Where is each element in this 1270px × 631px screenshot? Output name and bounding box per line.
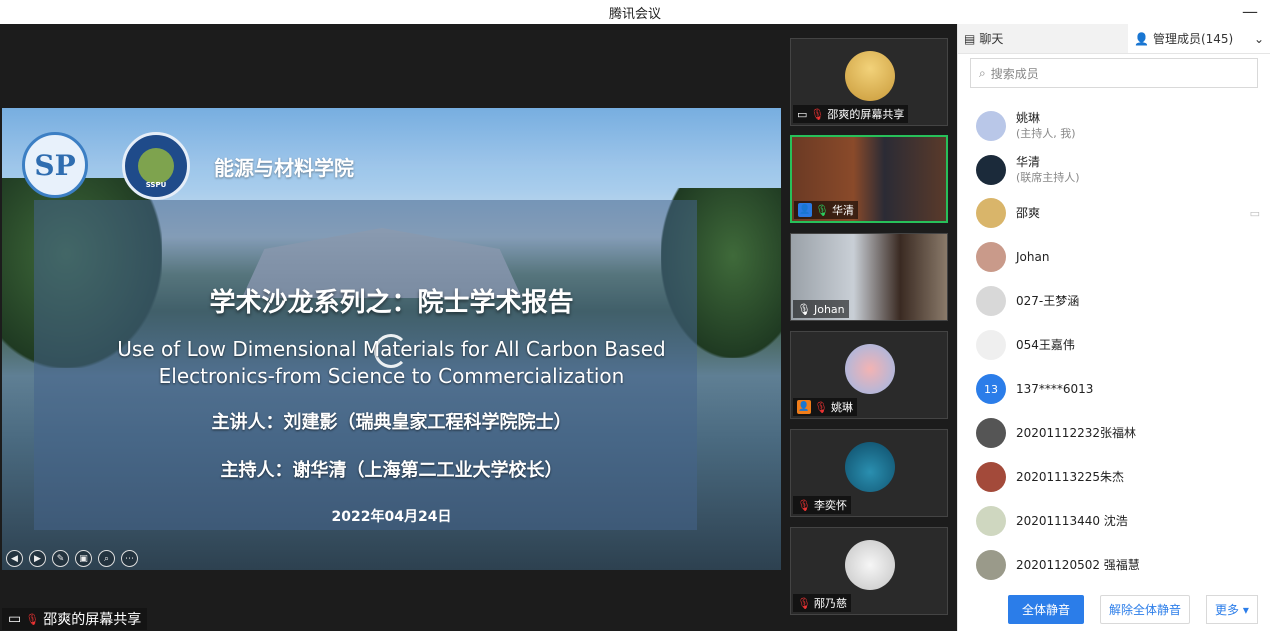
avatar [976, 111, 1006, 141]
mic-muted-icon: 🎙 [25, 612, 40, 626]
list-item[interactable]: 20201120502 强福慧 [976, 550, 1266, 580]
ssp-logo: SP [22, 132, 88, 198]
screen-share-icon: ▭ [8, 611, 22, 627]
tab-chat[interactable]: ▤ 聊天 [958, 24, 1128, 53]
avatar: 13 [976, 374, 1006, 404]
participant-name: 姚琳 [830, 401, 853, 414]
participant-tile[interactable]: 👤 🎙 姚琳 [790, 331, 948, 419]
participant-name: 邵爽的屏幕共享 [827, 108, 905, 121]
search-icon: ⌕ [979, 65, 986, 80]
mic-muted-icon: 🎙 [810, 107, 825, 121]
participant-name: 李奕怀 [813, 499, 847, 512]
members-icon: 👤 [1134, 31, 1149, 46]
list-item[interactable]: 13 137****6013 [976, 374, 1266, 404]
slide-title: 学术沙龙系列之：院士学术报告 [209, 288, 574, 318]
sidebar-tabs: ▤ 聊天 👤 管理成员(145) ⌄ [958, 24, 1270, 54]
unmute-all-button[interactable]: 解除全体静音 [1100, 594, 1191, 624]
avatar [845, 344, 895, 394]
mic-muted-icon: 🎙 [797, 596, 811, 610]
members-sidebar: ▤ 聊天 👤 管理成员(145) ⌄ ⌕ 搜索成员 姚琳 (主持人, 我) 华清(… [957, 24, 1270, 631]
avatar [845, 51, 895, 101]
next-slide-icon[interactable]: ▶ [29, 550, 46, 567]
slide-host: 主持人：谢华清（上海第二工业大学校长） [220, 460, 563, 481]
avatar [976, 242, 1006, 272]
pen-icon[interactable]: ✎ [52, 550, 69, 567]
avatar [976, 506, 1006, 536]
list-item[interactable]: 姚琳 (主持人, 我) [976, 110, 1266, 142]
avatar [976, 462, 1006, 492]
prev-slide-icon[interactable]: ◀ [6, 550, 23, 567]
chevron-down-icon: ⌄ [1253, 31, 1264, 46]
slide-speaker: 主讲人：刘建影（瑞典皇家工程科学院院士） [211, 412, 572, 433]
sspu-logo: SSPU [122, 132, 190, 200]
user-icon: 👤 [798, 203, 812, 217]
school-name: 能源与材料学院 [214, 156, 354, 180]
mic-icon: 🎙 [797, 302, 811, 316]
slide-date: 2022年04月24日 [331, 509, 452, 525]
title-bar: 腾讯会议 — [0, 0, 1270, 24]
participant-tile[interactable]: 🎙 李奕怀 [790, 429, 948, 517]
list-item[interactable]: 华清 (联席主持人) [976, 154, 1266, 186]
avatar [976, 286, 1006, 316]
mic-icon: 🎙 [815, 203, 829, 217]
search-input[interactable]: ⌕ 搜索成员 [970, 58, 1258, 88]
list-item[interactable]: 20201112232张福林 [976, 418, 1266, 448]
participant-name: 邴乃慈 [813, 597, 847, 610]
more-button[interactable]: 更多 ▾ [1206, 594, 1258, 624]
list-item[interactable]: 邵爽 ▭ [976, 198, 1266, 228]
participant-name: 华清 [831, 204, 854, 217]
avatar [976, 155, 1006, 185]
screen-share-icon: ▭ [1249, 206, 1260, 220]
participant-tile[interactable]: 🎙 Johan [790, 233, 948, 321]
participant-tile[interactable]: 👤 🎙 华清 [790, 135, 948, 223]
list-item[interactable]: 20201113225朱杰 [976, 462, 1266, 492]
member-actions: 全体静音 解除全体静音 更多 ▾ [958, 587, 1270, 631]
avatar [976, 198, 1006, 228]
screen-share-label: ▭ 🎙 邵爽的屏幕共享 [2, 608, 148, 630]
more-icon[interactable]: ⋯ [121, 550, 138, 567]
avatar [845, 540, 895, 590]
presentation-slide: SP SSPU 能源与材料学院 学术沙龙系列之：院士学术报告 Use of Lo… [2, 108, 781, 570]
participant-tile[interactable]: ▭ 🎙 邵爽的屏幕共享 [790, 38, 948, 126]
list-item[interactable]: 027-王梦涵 [976, 286, 1266, 316]
mic-muted-icon: 🎙 [797, 498, 811, 512]
screen-share-icon: ▭ [797, 107, 808, 121]
tab-members[interactable]: 👤 管理成员(145) ⌄ [1128, 24, 1270, 53]
avatar [845, 442, 895, 492]
list-item[interactable]: 20201113440 沈浩 [976, 506, 1266, 536]
list-item[interactable]: 054王嘉伟 [976, 330, 1266, 360]
user-icon: 👤 [797, 400, 811, 414]
avatar [976, 550, 1006, 580]
avatar [976, 418, 1006, 448]
chat-icon: ▤ [964, 31, 976, 46]
slides-icon[interactable]: ▣ [75, 550, 92, 567]
slide-english-title: Use of Low Dimensional Materials for All… [117, 337, 666, 388]
window-title: 腾讯会议 [608, 6, 661, 22]
minimize-button[interactable]: — [1242, 2, 1258, 21]
participant-tile[interactable]: 🎙 邴乃慈 [790, 527, 948, 615]
list-item[interactable]: Johan [976, 242, 1266, 272]
mute-all-button[interactable]: 全体静音 [1008, 594, 1085, 624]
zoom-icon[interactable]: ⌕ [98, 550, 115, 567]
mic-muted-icon: 🎙 [814, 400, 828, 414]
slide-controls: ◀ ▶ ✎ ▣ ⌕ ⋯ [6, 550, 138, 567]
avatar [976, 330, 1006, 360]
participant-name: Johan [813, 302, 845, 316]
